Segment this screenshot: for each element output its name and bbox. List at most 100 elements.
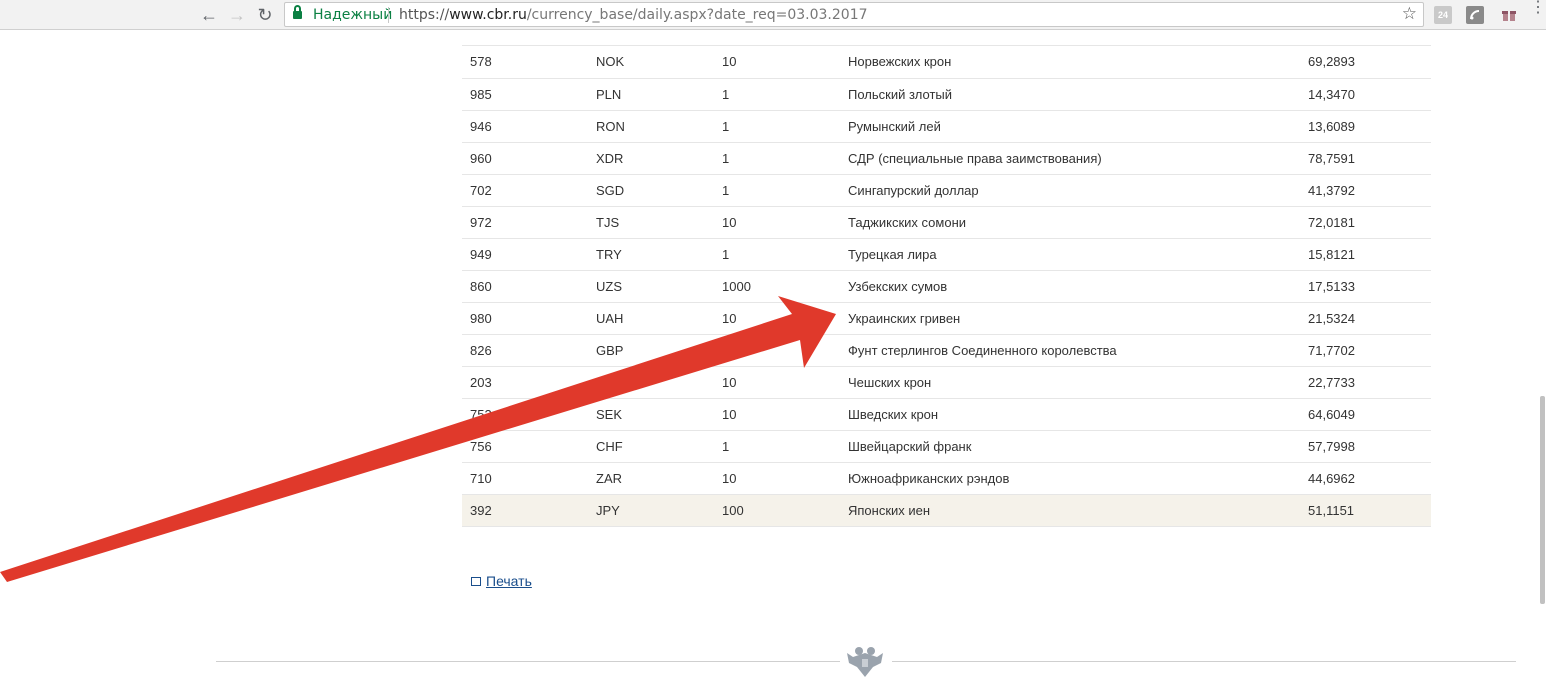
rate-cell: 72,0181 — [1308, 206, 1431, 239]
footer-divider-right — [892, 661, 1516, 662]
currency-name-cell: Турецкая лира — [848, 238, 1308, 271]
url-path: /currency_base/daily.aspx?date_req=03.03… — [526, 7, 868, 23]
table-row: 826 GBP Фунт стерлингов Соединенного корол… — [462, 334, 1431, 367]
table-row: 949 TRY 1 Турецкая лира 15,8121 — [462, 238, 1431, 271]
letter-code-cell: UAH — [596, 302, 722, 335]
url-host: www.cbr.ru — [449, 7, 527, 23]
table-row: 752 SEK 10 Шведских крон 64,6049 — [462, 398, 1431, 431]
currency-code-cell: 392 — [462, 494, 596, 527]
currency-code-cell: 960 — [462, 142, 596, 175]
letter-code-cell: UZS — [596, 270, 722, 303]
units-cell: 100 — [722, 494, 848, 527]
rate-cell: 64,6049 — [1308, 398, 1431, 431]
currency-name-cell: Узбекских сумов — [848, 270, 1308, 303]
currency-code-cell: 860 — [462, 270, 596, 303]
rate-cell: 17,5133 — [1308, 270, 1431, 303]
units-cell: 1 — [722, 430, 848, 463]
currency-code-cell: 985 — [462, 78, 596, 111]
url-scheme: https:// — [399, 7, 450, 23]
table-row: 702 SGD 1 Сингапурский доллар 41,3792 — [462, 174, 1431, 207]
units-cell: 1 — [722, 110, 848, 143]
letter-code-cell — [596, 366, 722, 399]
print-link[interactable]: Печать — [471, 573, 532, 589]
letter-code-cell: TRY — [596, 238, 722, 271]
units-cell: 10 — [722, 46, 848, 79]
units-cell: 1 — [722, 78, 848, 111]
extension-feed-icon[interactable] — [1466, 6, 1484, 24]
currency-name-cell: Украинских гривен — [848, 302, 1308, 335]
table-row: 710 ZAR 10 Южноафриканских рэндов 44,6962 — [462, 462, 1431, 495]
print-label: Печать — [486, 573, 532, 589]
rate-cell: 51,1151 — [1308, 494, 1431, 527]
back-arrow-icon[interactable]: ← — [198, 4, 220, 26]
table-row: 985 PLN 1 Польский злотый 14,3470 — [462, 78, 1431, 111]
rate-cell: 15,8121 — [1308, 238, 1431, 271]
currency-code-cell: 949 — [462, 238, 596, 271]
currency-code-cell: 710 — [462, 462, 596, 495]
currency-name-cell: Шведских крон — [848, 398, 1308, 431]
currency-name-cell: Южноафриканских рэндов — [848, 462, 1308, 495]
table-row: 946 RON 1 Румынский лей 13,6089 — [462, 110, 1431, 143]
letter-code-cell: NOK — [596, 46, 722, 79]
letter-code-cell: CHF — [596, 430, 722, 463]
address-separator — [388, 7, 389, 23]
partial-table-row — [462, 31, 1431, 46]
currency-name-cell: Чешских крон — [848, 366, 1308, 399]
footer-divider-left — [216, 661, 840, 662]
address-bar[interactable]: Надежный https://www.cbr.ru/currency_bas… — [284, 2, 1424, 27]
units-cell: 1 — [722, 142, 848, 175]
lock-icon — [293, 5, 302, 20]
rate-cell: 41,3792 — [1308, 174, 1431, 207]
units-cell: 10 — [722, 302, 848, 335]
table-row: 860 UZS 1000 Узбекских сумов 17,5133 — [462, 270, 1431, 303]
units-cell — [722, 334, 848, 367]
rate-cell: 71,7702 — [1308, 334, 1431, 367]
currency-rates-table: 578 NOK 10 Норвежских крон 69,2893 985 PLN 1 Пол… — [462, 46, 1431, 527]
currency-name-cell: Фунт стерлингов Соединенного королевства — [848, 334, 1308, 367]
letter-code-cell: SGD — [596, 174, 722, 207]
currency-code-cell: 752 — [462, 398, 596, 431]
table-row: 756 CHF 1 Швейцарский франк 57,7998 — [462, 430, 1431, 463]
rate-cell: 57,7998 — [1308, 430, 1431, 463]
letter-code-cell: XDR — [596, 142, 722, 175]
rate-cell: 21,5324 — [1308, 302, 1431, 335]
page-content: 578 NOK 10 Норвежских крон 69,2893 985 PLN 1 Пол… — [0, 31, 1546, 688]
letter-code-cell: ZAR — [596, 462, 722, 495]
rate-cell: 22,7733 — [1308, 366, 1431, 399]
currency-code-cell: 702 — [462, 174, 596, 207]
currency-name-cell: Сингапурский доллар — [848, 174, 1308, 207]
extension-gift-icon[interactable] — [1500, 6, 1518, 24]
browser-menu-icon[interactable]: ⋮ — [1530, 0, 1546, 16]
currency-name-cell: Норвежских крон — [848, 46, 1308, 79]
table-row: 972 TJS 10 Таджикских сомони 72,0181 — [462, 206, 1431, 239]
printer-icon — [471, 577, 481, 586]
currency-code-cell: 980 — [462, 302, 596, 335]
extension-24-icon[interactable]: 24 — [1434, 6, 1452, 24]
bookmark-star-icon[interactable]: ☆ — [1402, 4, 1417, 24]
double-headed-eagle-emblem-icon — [845, 643, 885, 681]
currency-code-cell: 972 — [462, 206, 596, 239]
table-row: 578 NOK 10 Норвежских крон 69,2893 — [462, 46, 1431, 79]
table-row: 960 XDR 1 СДР (специальные права заимствова… — [462, 142, 1431, 175]
currency-code-cell: 203 — [462, 366, 596, 399]
reload-icon[interactable]: ↻ — [254, 4, 276, 26]
currency-name-cell: Таджикских сомони — [848, 206, 1308, 239]
currency-name-cell: Польский злотый — [848, 78, 1308, 111]
forward-arrow-icon[interactable]: → — [226, 4, 248, 26]
table-row: 980 UAH 10 Украинских гривен 21,5324 — [462, 302, 1431, 335]
currency-code-cell: 946 — [462, 110, 596, 143]
table-row: 392 JPY 100 Японских иен 51,1151 — [462, 494, 1431, 527]
rate-cell: 44,6962 — [1308, 462, 1431, 495]
rate-cell: 13,6089 — [1308, 110, 1431, 143]
units-cell: 10 — [722, 206, 848, 239]
scrollbar[interactable] — [1538, 31, 1546, 688]
letter-code-cell: PLN — [596, 78, 722, 111]
scrollbar-thumb[interactable] — [1540, 396, 1545, 604]
currency-name-cell: Швейцарский франк — [848, 430, 1308, 463]
rate-cell: 78,7591 — [1308, 142, 1431, 175]
currency-name-cell: Румынский лей — [848, 110, 1308, 143]
units-cell: 1000 — [722, 270, 848, 303]
url-text[interactable]: https://www.cbr.ru/currency_base/daily.a… — [399, 7, 868, 23]
currency-code-cell: 578 — [462, 46, 596, 79]
rate-cell: 14,3470 — [1308, 78, 1431, 111]
